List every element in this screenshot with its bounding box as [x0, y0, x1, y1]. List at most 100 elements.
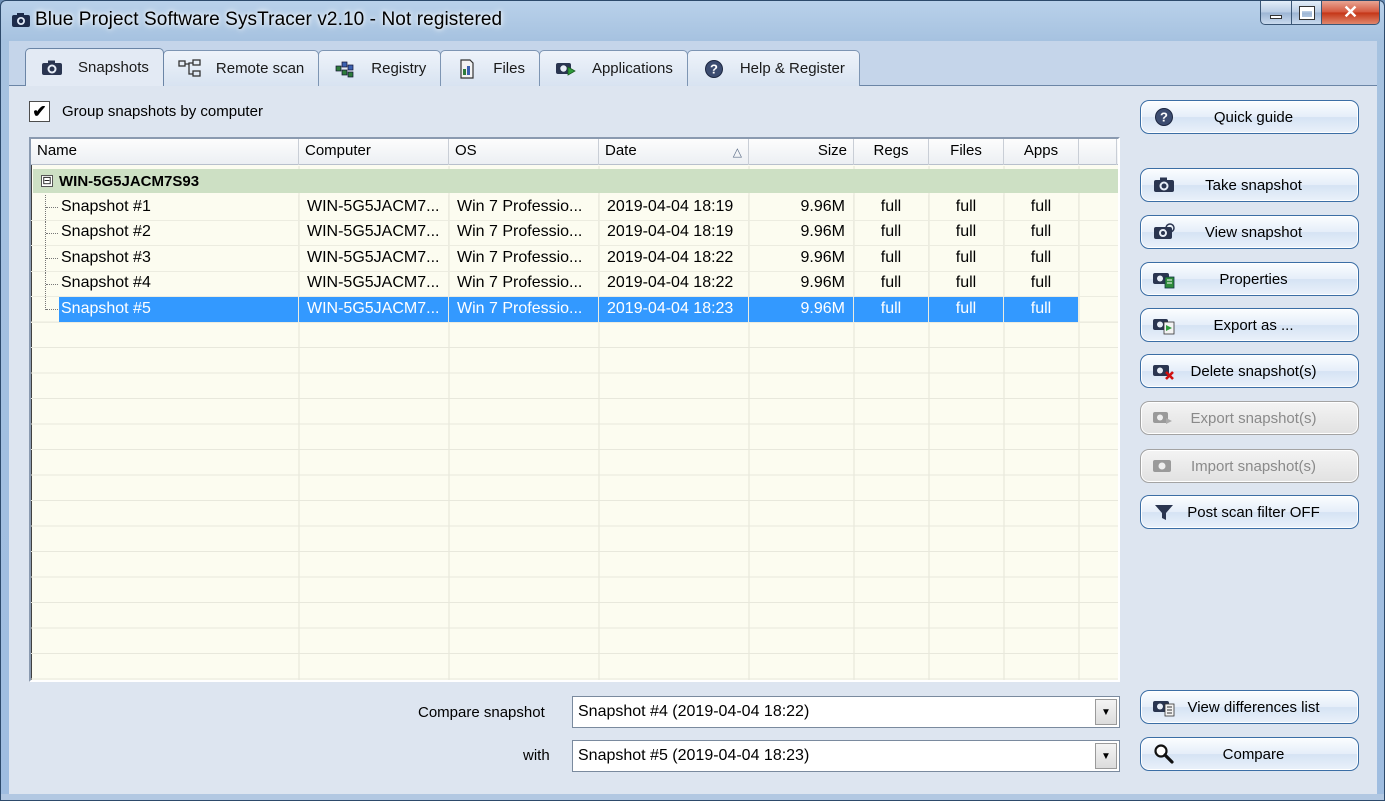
help-icon: ? [1149, 104, 1179, 130]
column-header-size[interactable]: Size [749, 139, 854, 165]
compare-snapshot-label: Compare snapshot [418, 704, 545, 721]
tab-registry[interactable]: Registry [318, 50, 442, 86]
cell-computer: WIN-5G5JACM7... [299, 194, 449, 220]
import-snapshots-button[interactable]: Import snapshot(s) [1140, 449, 1359, 483]
svg-text:?: ? [1160, 110, 1168, 125]
column-header-name[interactable]: Name [31, 139, 299, 165]
maximize-icon [1298, 5, 1315, 20]
tab-snapshots[interactable]: Snapshots [25, 48, 164, 86]
tree-connector [45, 195, 59, 220]
cell-files: full [929, 296, 1004, 322]
tab-files[interactable]: Files [440, 50, 540, 86]
cell-apps: full [1004, 220, 1079, 246]
properties-button[interactable]: Properties [1140, 262, 1359, 296]
column-header-date[interactable]: Date △ [599, 139, 749, 165]
client-area: Snapshots Remote scan Registry Files App… [9, 41, 1377, 796]
button-label: View differences list [1187, 698, 1320, 716]
applications-icon [554, 59, 578, 79]
compare-first-select[interactable]: Snapshot #4 (2019-04-04 18:22) ▼ [572, 696, 1120, 728]
cell-os: Win 7 Professio... [449, 220, 599, 246]
column-header-apps[interactable]: Apps [1004, 139, 1079, 165]
view-snapshot-button[interactable]: View snapshot [1140, 215, 1359, 249]
properties-icon [1149, 266, 1179, 292]
cell-size: 9.96M [749, 220, 854, 246]
table-row[interactable]: Snapshot #1 WIN-5G5JACM7... Win 7 Profes… [31, 194, 1118, 221]
cell-date: 2019-04-04 18:23 [599, 296, 749, 322]
tab-applications[interactable]: Applications [538, 50, 688, 86]
cell-size: 9.96M [749, 194, 854, 220]
minimize-button[interactable] [1260, 1, 1292, 25]
button-label: Export as ... [1213, 316, 1294, 334]
list-header: Name Computer OS Date △ Size Regs Files … [31, 139, 1118, 165]
cell-files: full [929, 245, 1004, 271]
cell-name: Snapshot #4 [31, 271, 299, 297]
snapshot-rows: Snapshot #1 WIN-5G5JACM7... Win 7 Profes… [31, 194, 1118, 323]
cell-size: 9.96M [749, 245, 854, 271]
tab-label: Snapshots [78, 59, 149, 76]
cell-date: 2019-04-04 18:22 [599, 245, 749, 271]
post-scan-filter-button[interactable]: Post scan filter OFF [1140, 495, 1359, 529]
export-icon [1149, 312, 1179, 338]
sort-ascending-icon: △ [732, 145, 742, 159]
export-snapshots-button[interactable]: Export snapshot(s) [1140, 401, 1359, 435]
maximize-button[interactable] [1292, 1, 1322, 25]
snapshot-list[interactable]: Name Computer OS Date △ Size Regs Files … [29, 137, 1120, 682]
date-header-label: Date [605, 142, 637, 159]
cell-name: Snapshot #5 [59, 296, 298, 322]
cell-os: Win 7 Professio... [449, 194, 599, 220]
table-row[interactable]: Snapshot #2 WIN-5G5JACM7... Win 7 Profes… [31, 220, 1118, 246]
quick-guide-button[interactable]: ? Quick guide [1140, 100, 1359, 134]
button-label: Properties [1219, 270, 1288, 288]
group-by-computer-label: Group snapshots by computer [62, 103, 263, 120]
title-bar[interactable]: Blue Project Software SysTracer v2.10 - … [1, 1, 1384, 41]
tab-label: Remote scan [215, 60, 305, 77]
with-label: with [523, 747, 550, 764]
cell-os: Win 7 Professio... [449, 296, 599, 322]
group-by-computer-option[interactable]: ✔ Group snapshots by computer [29, 101, 263, 122]
cell-os: Win 7 Professio... [449, 245, 599, 271]
tab-help-register[interactable]: ? Help & Register [686, 50, 860, 86]
group-by-computer-checkbox[interactable]: ✔ [29, 101, 50, 122]
filter-icon [1149, 499, 1179, 525]
magnifier-icon [1149, 741, 1179, 767]
tree-connector [45, 271, 59, 296]
view-differences-button[interactable]: View differences list [1140, 690, 1359, 724]
differences-icon [1149, 694, 1179, 720]
help-icon: ? [702, 59, 726, 79]
chevron-down-icon[interactable]: ▼ [1095, 699, 1117, 725]
tab-remote-scan[interactable]: Remote scan [162, 50, 320, 86]
app-window: Blue Project Software SysTracer v2.10 - … [0, 0, 1385, 801]
cell-apps: full [1004, 296, 1079, 322]
table-row-selected[interactable]: Snapshot #5 WIN-5G5JACM7... Win 7 Profes… [31, 296, 1118, 323]
view-camera-icon [1149, 219, 1179, 245]
cell-name: Snapshot #3 [31, 245, 299, 271]
column-header-files[interactable]: Files [929, 139, 1004, 165]
chevron-down-icon[interactable]: ▼ [1095, 743, 1117, 769]
cell-date: 2019-04-04 18:19 [599, 194, 749, 220]
table-row[interactable]: Snapshot #3 WIN-5G5JACM7... Win 7 Profes… [31, 245, 1118, 272]
close-icon: ✕ [1342, 2, 1359, 22]
computer-group-row[interactable]: ⊟ WIN-5G5JACM7S93 [33, 169, 1118, 193]
cell-regs: full [854, 245, 929, 271]
cell-regs: full [854, 271, 929, 297]
take-snapshot-button[interactable]: Take snapshot [1140, 168, 1359, 202]
column-header-os[interactable]: OS [449, 139, 599, 165]
compare-second-select[interactable]: Snapshot #5 (2019-04-04 18:23) ▼ [572, 740, 1120, 772]
compare-second-value: Snapshot #5 (2019-04-04 18:23) [578, 747, 810, 764]
cell-files: full [929, 220, 1004, 246]
cell-name: Snapshot #1 [31, 194, 299, 220]
close-button[interactable]: ✕ [1322, 1, 1380, 25]
table-row[interactable]: Snapshot #4 WIN-5G5JACM7... Win 7 Profes… [31, 271, 1118, 297]
compare-first-value: Snapshot #4 (2019-04-04 18:22) [578, 703, 810, 720]
export-as-button[interactable]: Export as ... [1140, 308, 1359, 342]
column-header-computer[interactable]: Computer [299, 139, 449, 165]
delete-snapshots-button[interactable]: Delete snapshot(s) [1140, 354, 1359, 388]
column-header-regs[interactable]: Regs [854, 139, 929, 165]
cell-size: 9.96M [749, 271, 854, 297]
collapse-icon[interactable]: ⊟ [41, 175, 53, 187]
cell-computer: WIN-5G5JACM7... [299, 271, 449, 297]
compare-button[interactable]: Compare [1140, 737, 1359, 771]
cell-name: Snapshot #2 [31, 220, 299, 246]
tab-label: Help & Register [739, 60, 845, 77]
button-label: Quick guide [1213, 108, 1294, 126]
